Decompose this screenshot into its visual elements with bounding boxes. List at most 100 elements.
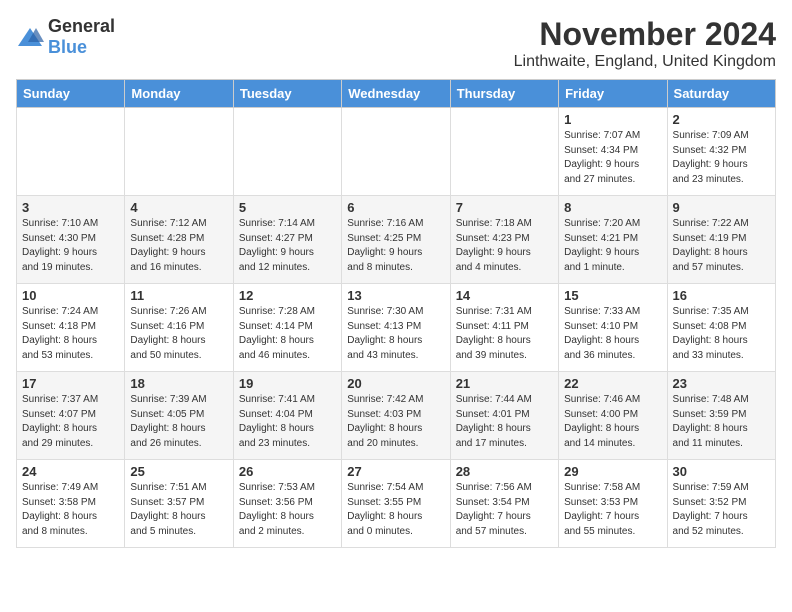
calendar-week-4: 17 Sunrise: 7:37 AM Sunset: 4:07 PM Dayli… <box>17 372 776 460</box>
calendar-cell: 6Sunrise: 7:16 AM Sunset: 4:25 PM Daylig… <box>342 196 450 284</box>
calendar-cell: 27 Sunrise: 7:54 AM Sunset: 3:55 PM Dayli… <box>342 460 450 548</box>
calendar-cell: 29 Sunrise: 7:58 AM Sunset: 3:53 PM Dayli… <box>559 460 667 548</box>
calendar-cell: 24 Sunrise: 7:49 AM Sunset: 3:58 PM Dayli… <box>17 460 125 548</box>
calendar-cell: 8 Sunrise: 7:20 AM Sunset: 4:21 PM Daylig… <box>559 196 667 284</box>
day-info: Sunrise: 7:48 AM Sunset: 3:59 PM Dayligh… <box>673 393 770 451</box>
calendar-cell: 11Sunrise: 7:26 AM Sunset: 4:16 PM Dayli… <box>125 284 233 372</box>
calendar-week-1: 1Sunrise: 7:07 AM Sunset: 4:34 PM Daylig… <box>17 108 776 196</box>
calendar-cell: 2Sunrise: 7:09 AM Sunset: 4:32 PM Daylig… <box>667 108 775 196</box>
day-number: 17 <box>22 376 119 391</box>
day-info: Sunrise: 7:09 AM Sunset: 4:32 PM Dayligh… <box>673 129 770 187</box>
calendar-cell: 23 Sunrise: 7:48 AM Sunset: 3:59 PM Dayli… <box>667 372 775 460</box>
day-info: Sunrise: 7:14 AM Sunset: 4:27 PM Dayligh… <box>239 217 336 275</box>
day-info: Sunrise: 7:30 AM Sunset: 4:13 PM Dayligh… <box>347 305 444 363</box>
day-info: Sunrise: 7:56 AM Sunset: 3:54 PM Dayligh… <box>456 481 553 539</box>
day-info: Sunrise: 7:58 AM Sunset: 3:53 PM Dayligh… <box>564 481 661 539</box>
day-number: 23 <box>673 376 770 391</box>
calendar-cell: 28 Sunrise: 7:56 AM Sunset: 3:54 PM Dayli… <box>450 460 558 548</box>
day-number: 25 <box>130 464 227 479</box>
day-info: Sunrise: 7:41 AM Sunset: 4:04 PM Dayligh… <box>239 393 336 451</box>
day-number: 12 <box>239 288 336 303</box>
day-info: Sunrise: 7:28 AM Sunset: 4:14 PM Dayligh… <box>239 305 336 363</box>
day-info: Sunrise: 7:31 AM Sunset: 4:11 PM Dayligh… <box>456 305 553 363</box>
weekday-header-monday: Monday <box>125 80 233 108</box>
day-number: 28 <box>456 464 553 479</box>
day-number: 13 <box>347 288 444 303</box>
logo-text-blue: Blue <box>48 37 87 57</box>
day-number: 6 <box>347 200 444 215</box>
day-info: Sunrise: 7:20 AM Sunset: 4:21 PM Dayligh… <box>564 217 661 275</box>
logo-icon <box>16 26 44 48</box>
day-info: Sunrise: 7:37 AM Sunset: 4:07 PM Dayligh… <box>22 393 119 451</box>
calendar-cell: 5 Sunrise: 7:14 AM Sunset: 4:27 PM Daylig… <box>233 196 341 284</box>
day-number: 14 <box>456 288 553 303</box>
day-info: Sunrise: 7:12 AM Sunset: 4:28 PM Dayligh… <box>130 217 227 275</box>
weekday-header-tuesday: Tuesday <box>233 80 341 108</box>
logo: General Blue <box>16 16 115 58</box>
day-number: 4 <box>130 200 227 215</box>
calendar-cell <box>233 108 341 196</box>
weekday-header-friday: Friday <box>559 80 667 108</box>
day-info: Sunrise: 7:22 AM Sunset: 4:19 PM Dayligh… <box>673 217 770 275</box>
calendar-table: SundayMondayTuesdayWednesdayThursdayFrid… <box>16 79 776 548</box>
calendar-cell: 15Sunrise: 7:33 AM Sunset: 4:10 PM Dayli… <box>559 284 667 372</box>
calendar-cell: 19Sunrise: 7:41 AM Sunset: 4:04 PM Dayli… <box>233 372 341 460</box>
day-number: 1 <box>564 112 661 127</box>
header: General Blue November 2024 Linthwaite, E… <box>16 16 776 71</box>
calendar-cell: 9 Sunrise: 7:22 AM Sunset: 4:19 PM Daylig… <box>667 196 775 284</box>
calendar-cell <box>450 108 558 196</box>
day-number: 5 <box>239 200 336 215</box>
calendar-week-5: 24 Sunrise: 7:49 AM Sunset: 3:58 PM Dayli… <box>17 460 776 548</box>
calendar-cell: 30Sunrise: 7:59 AM Sunset: 3:52 PM Dayli… <box>667 460 775 548</box>
calendar-body: 1Sunrise: 7:07 AM Sunset: 4:34 PM Daylig… <box>17 108 776 548</box>
day-info: Sunrise: 7:49 AM Sunset: 3:58 PM Dayligh… <box>22 481 119 539</box>
day-number: 15 <box>564 288 661 303</box>
day-info: Sunrise: 7:10 AM Sunset: 4:30 PM Dayligh… <box>22 217 119 275</box>
calendar-cell <box>17 108 125 196</box>
weekday-header-row: SundayMondayTuesdayWednesdayThursdayFrid… <box>17 80 776 108</box>
day-number: 21 <box>456 376 553 391</box>
day-number: 26 <box>239 464 336 479</box>
calendar-cell: 7 Sunrise: 7:18 AM Sunset: 4:23 PM Daylig… <box>450 196 558 284</box>
weekday-header-sunday: Sunday <box>17 80 125 108</box>
logo-text-general: General <box>48 16 115 36</box>
day-number: 3 <box>22 200 119 215</box>
calendar-week-2: 3 Sunrise: 7:10 AM Sunset: 4:30 PM Daylig… <box>17 196 776 284</box>
day-info: Sunrise: 7:54 AM Sunset: 3:55 PM Dayligh… <box>347 481 444 539</box>
day-info: Sunrise: 7:51 AM Sunset: 3:57 PM Dayligh… <box>130 481 227 539</box>
day-number: 8 <box>564 200 661 215</box>
day-info: Sunrise: 7:24 AM Sunset: 4:18 PM Dayligh… <box>22 305 119 363</box>
day-number: 16 <box>673 288 770 303</box>
calendar-cell: 10 Sunrise: 7:24 AM Sunset: 4:18 PM Dayli… <box>17 284 125 372</box>
day-number: 7 <box>456 200 553 215</box>
day-info: Sunrise: 7:18 AM Sunset: 4:23 PM Dayligh… <box>456 217 553 275</box>
calendar-cell: 18 Sunrise: 7:39 AM Sunset: 4:05 PM Dayli… <box>125 372 233 460</box>
day-number: 30 <box>673 464 770 479</box>
day-info: Sunrise: 7:26 AM Sunset: 4:16 PM Dayligh… <box>130 305 227 363</box>
calendar-cell: 22 Sunrise: 7:46 AM Sunset: 4:00 PM Dayli… <box>559 372 667 460</box>
day-info: Sunrise: 7:42 AM Sunset: 4:03 PM Dayligh… <box>347 393 444 451</box>
day-number: 24 <box>22 464 119 479</box>
day-number: 10 <box>22 288 119 303</box>
day-number: 18 <box>130 376 227 391</box>
day-info: Sunrise: 7:53 AM Sunset: 3:56 PM Dayligh… <box>239 481 336 539</box>
day-number: 27 <box>347 464 444 479</box>
weekday-header-saturday: Saturday <box>667 80 775 108</box>
location-title: Linthwaite, England, United Kingdom <box>514 53 776 71</box>
day-number: 29 <box>564 464 661 479</box>
calendar-cell: 14 Sunrise: 7:31 AM Sunset: 4:11 PM Dayli… <box>450 284 558 372</box>
day-info: Sunrise: 7:46 AM Sunset: 4:00 PM Dayligh… <box>564 393 661 451</box>
title-area: November 2024 Linthwaite, England, Unite… <box>514 16 776 71</box>
weekday-header-wednesday: Wednesday <box>342 80 450 108</box>
day-info: Sunrise: 7:44 AM Sunset: 4:01 PM Dayligh… <box>456 393 553 451</box>
calendar-cell: 25 Sunrise: 7:51 AM Sunset: 3:57 PM Dayli… <box>125 460 233 548</box>
calendar-week-3: 10 Sunrise: 7:24 AM Sunset: 4:18 PM Dayli… <box>17 284 776 372</box>
calendar-cell: 16Sunrise: 7:35 AM Sunset: 4:08 PM Dayli… <box>667 284 775 372</box>
weekday-header-thursday: Thursday <box>450 80 558 108</box>
calendar-cell: 20Sunrise: 7:42 AM Sunset: 4:03 PM Dayli… <box>342 372 450 460</box>
day-info: Sunrise: 7:39 AM Sunset: 4:05 PM Dayligh… <box>130 393 227 451</box>
calendar-cell: 17 Sunrise: 7:37 AM Sunset: 4:07 PM Dayli… <box>17 372 125 460</box>
day-number: 22 <box>564 376 661 391</box>
calendar-cell: 13 Sunrise: 7:30 AM Sunset: 4:13 PM Dayli… <box>342 284 450 372</box>
day-number: 9 <box>673 200 770 215</box>
